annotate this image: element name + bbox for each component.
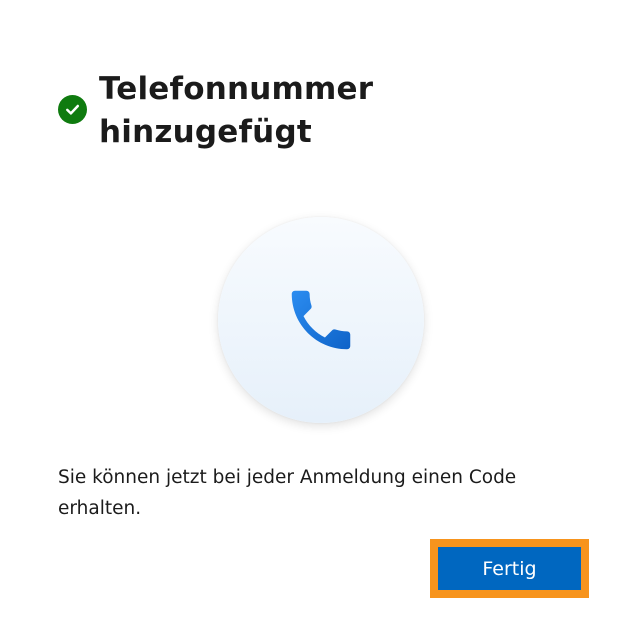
phone-illustration: [218, 217, 424, 423]
dialog-title: Telefonnummer hinzugefügt: [99, 71, 374, 150]
success-check-icon: [58, 95, 87, 124]
dialog-message: Sie können jetzt bei jeder Anmeldung ein…: [58, 467, 517, 519]
focus-ring: Fertig: [430, 539, 589, 598]
phone-added-dialog: Telefonnummer hinzugefügt Sie können jet…: [0, 0, 644, 644]
done-button[interactable]: Fertig: [438, 547, 581, 590]
phone-icon: [291, 290, 351, 350]
